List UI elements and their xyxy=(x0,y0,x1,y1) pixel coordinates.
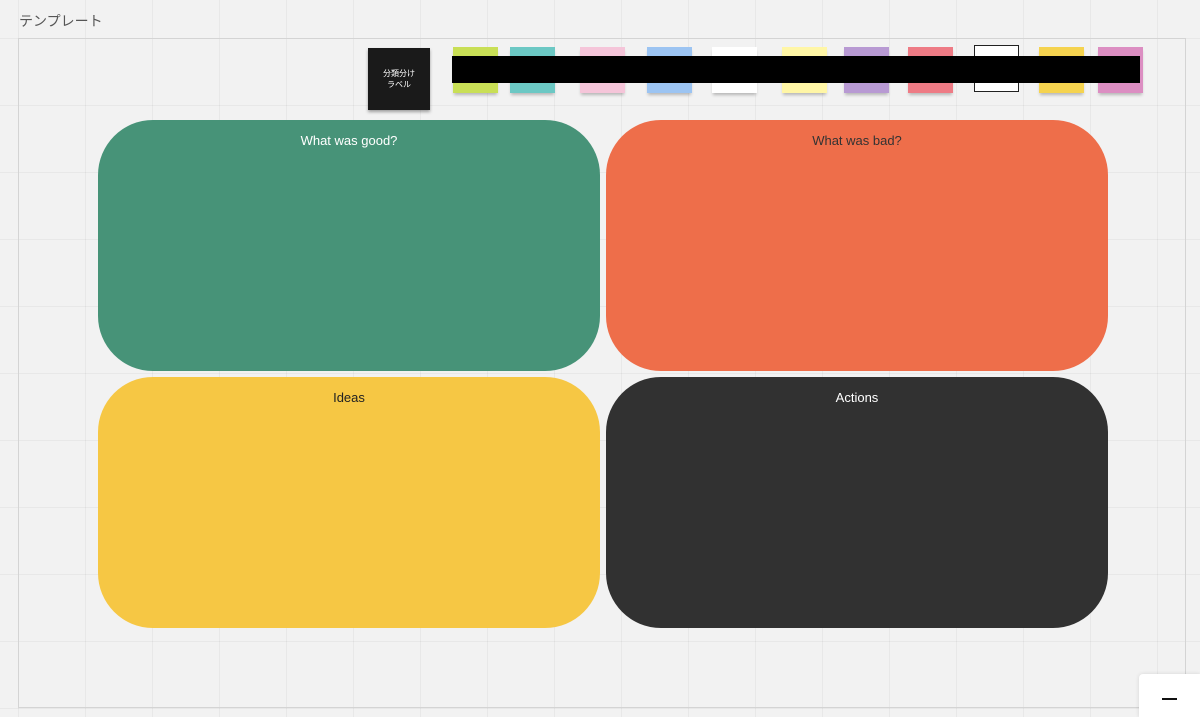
minus-icon xyxy=(1162,697,1177,700)
quadrant-title-ideas: Ideas xyxy=(333,390,365,405)
quadrant-ideas[interactable]: Ideas xyxy=(98,377,600,628)
quadrant-what-was-good[interactable]: What was good? xyxy=(98,120,600,371)
category-label-sticky-note[interactable]: 分類分け ラベル xyxy=(368,48,430,110)
redaction-bar xyxy=(452,56,1140,83)
label-note-line-1: 分類分け xyxy=(383,69,415,78)
zoom-out-button[interactable] xyxy=(1139,674,1200,717)
quadrant-actions[interactable]: Actions xyxy=(606,377,1108,628)
quadrant-title-bad: What was bad? xyxy=(812,133,902,148)
quadrant-title-good: What was good? xyxy=(300,133,398,148)
frame-title[interactable]: テンプレート xyxy=(19,11,103,31)
quadrant-what-was-bad[interactable]: What was bad? xyxy=(606,120,1108,371)
quadrant-title-actions: Actions xyxy=(835,390,879,405)
label-note-line-2: ラベル xyxy=(387,80,411,89)
